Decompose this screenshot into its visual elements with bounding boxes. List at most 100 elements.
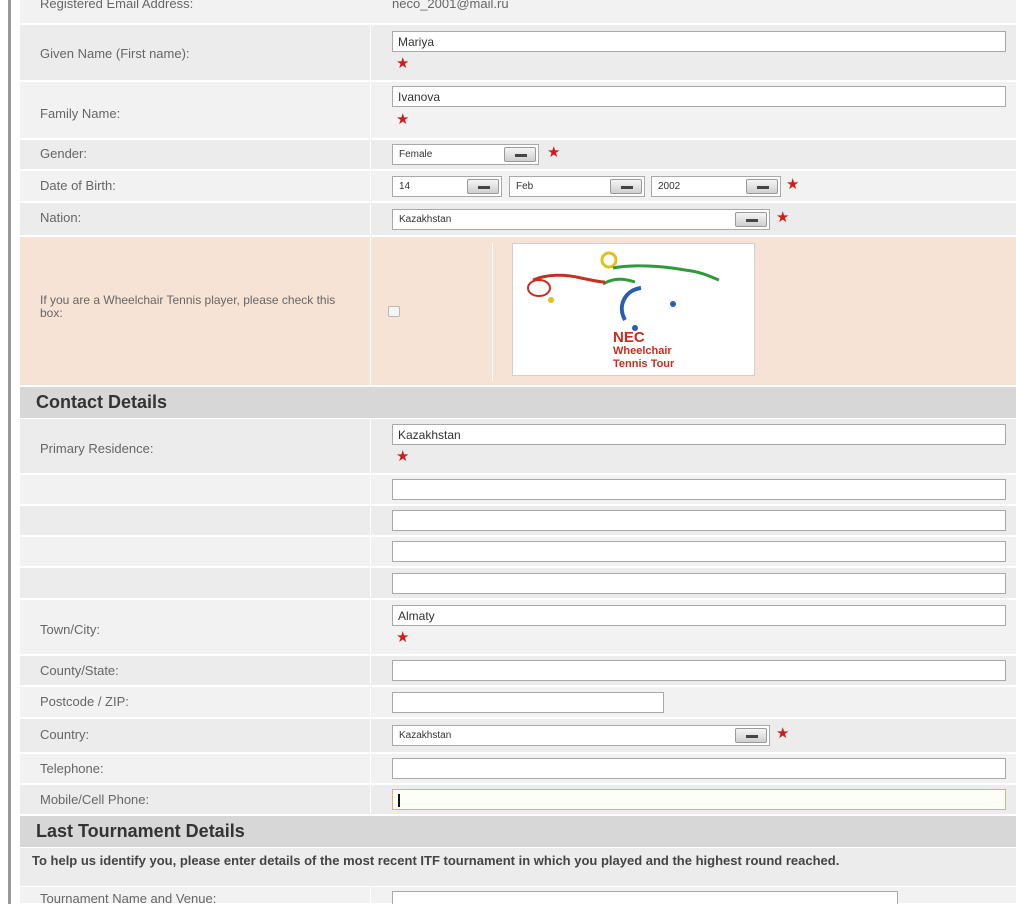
column-divider [370,754,371,783]
column-divider [370,82,371,138]
residence-line-2-input[interactable] [392,479,1006,500]
required-star-icon: ★ [776,725,790,742]
required-star-icon: ★ [396,55,410,72]
country-selected-value: Kazakhstan [399,730,452,741]
dropdown-arrow-icon[interactable] [467,179,499,194]
county-label: County/State: [40,663,119,678]
given-name-label: Given Name (First name): [40,46,190,61]
postcode-label: Postcode / ZIP: [40,694,129,709]
country-label: Country: [40,727,90,742]
county-input[interactable] [392,660,1006,681]
nation-label: Nation: [40,210,82,225]
tournament-name-row: Tournament Name and Venue: [20,887,1016,904]
column-divider [370,25,371,80]
column-divider [370,656,371,685]
family-name-input[interactable]: Ivanova [392,86,1006,107]
tournament-name-input[interactable] [392,891,898,904]
dropdown-arrow-icon[interactable] [735,212,767,227]
contact-details-header: Contact Details [20,387,1016,418]
residence-line-2-row [20,475,1016,505]
town-row: Town/City: Almaty ★ [20,600,1016,655]
column-divider [370,237,371,385]
last-tournament-note-text: To help us identify you, please enter de… [32,853,840,868]
column-divider [370,687,371,717]
dob-year-value: 2002 [658,181,681,192]
dob-row: Date of Birth: 14 Feb 2002 ★ [20,171,1016,202]
postcode-row: Postcode / ZIP: [20,687,1016,718]
family-name-label: Family Name: [40,106,121,121]
required-star-icon: ★ [776,209,790,226]
residence-line-4-row [20,537,1016,567]
country-row: Country: Kazakhstan ★ [20,719,1016,753]
postcode-input[interactable] [392,692,664,713]
email-label: Registered Email Address: [40,0,194,11]
required-star-icon: ★ [396,448,410,465]
nation-select[interactable]: Kazakhstan [392,209,770,230]
column-divider [370,537,371,566]
column-divider [370,506,371,535]
last-tournament-header: Last Tournament Details [20,816,1016,847]
column-divider [370,568,371,598]
column-divider [370,140,371,169]
required-star-icon: ★ [396,111,410,128]
last-tournament-note: To help us identify you, please enter de… [20,848,1016,886]
telephone-row: Telephone: [20,754,1016,784]
residence-line-4-input[interactable] [392,541,1006,562]
wheelchair-tennis-logo-icon: NEC Wheelchair Tennis Tour [512,243,755,376]
required-star-icon: ★ [396,629,410,646]
residence-row: Primary Residence: Kazakhstan ★ [20,419,1016,474]
contact-details-title: Contact Details [36,392,168,412]
town-input[interactable]: Almaty [392,605,1006,626]
column-divider [370,785,371,814]
mobile-label: Mobile/Cell Phone: [40,792,150,807]
column-divider [370,419,371,473]
wheelchair-label: If you are a Wheelchair Tennis player, p… [40,293,336,320]
last-tournament-title: Last Tournament Details [36,821,245,841]
mobile-row: Mobile/Cell Phone: [20,785,1016,815]
dropdown-arrow-icon[interactable] [504,147,536,162]
column-divider [370,887,371,903]
wheelchair-checkbox[interactable] [388,306,400,317]
telephone-label: Telephone: [40,761,104,776]
residence-line-1-input[interactable]: Kazakhstan [392,424,1006,445]
required-star-icon: ★ [547,144,561,161]
dob-day-value: 14 [399,181,411,192]
town-label: Town/City: [40,622,100,637]
logo-text-nec: NEC [613,329,645,346]
required-star-icon: ★ [786,176,800,193]
gender-row: Gender: Female ★ [20,140,1016,170]
dropdown-arrow-icon[interactable] [610,179,642,194]
given-name-row: Given Name (First name): Mariya ★ [20,25,1016,81]
column-divider [370,171,371,201]
nation-row: Nation: Kazakhstan ★ [20,203,1016,236]
text-caret [398,794,400,808]
county-row: County/State: [20,656,1016,686]
dropdown-arrow-icon[interactable] [746,179,778,194]
gender-label: Gender: [40,146,87,161]
dob-year-select[interactable]: 2002 [651,176,781,197]
residence-label: Primary Residence: [40,441,154,456]
dob-month-value: Feb [516,181,534,192]
wheelchair-row: If you are a Wheelchair Tennis player, p… [20,237,1016,386]
column-divider [370,719,371,752]
gender-select[interactable]: Female [392,144,539,165]
family-name-row: Family Name: Ivanova ★ [20,82,1016,139]
dob-day-select[interactable]: 14 [392,176,502,197]
email-value: neco_2001@mail.ru [392,0,509,11]
dob-month-select[interactable]: Feb [509,176,645,197]
telephone-input[interactable] [392,758,1006,779]
given-name-input[interactable]: Mariya [392,31,1006,52]
residence-line-3-row [20,506,1016,536]
country-select[interactable]: Kazakhstan [392,725,770,746]
dropdown-arrow-icon[interactable] [735,728,767,743]
residence-line-3-input[interactable] [392,510,1006,531]
tournament-name-label: Tournament Name and Venue: [40,891,217,904]
email-row: Registered Email Address: neco_2001@mail… [20,0,1016,24]
page-left-border [8,0,11,904]
mobile-input[interactable] [392,789,1006,810]
residence-line-5-input[interactable] [392,573,1006,594]
column-divider [370,600,371,654]
gender-selected-value: Female [399,149,433,160]
nation-selected-value: Kazakhstan [399,214,452,225]
column-divider [370,475,371,504]
